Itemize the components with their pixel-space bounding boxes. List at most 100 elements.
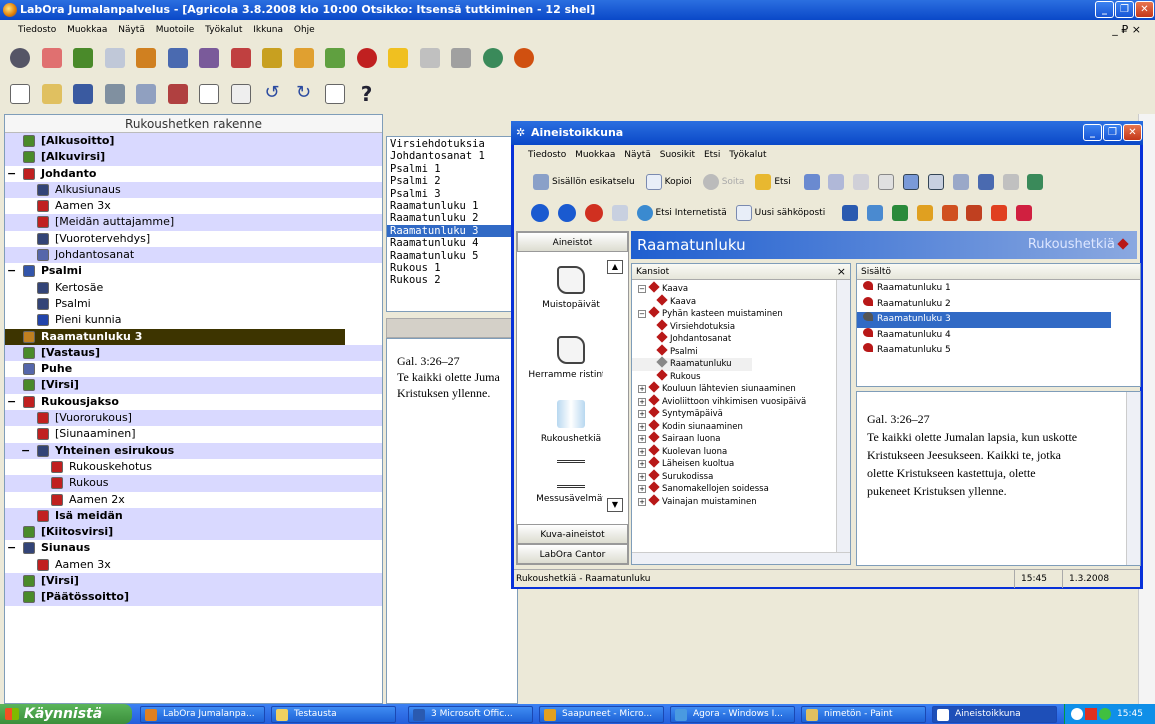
menu-nayta[interactable]: Näytä <box>118 25 145 35</box>
access-icon[interactable] <box>966 204 983 221</box>
labora-icon[interactable] <box>514 48 534 68</box>
scroll-up-icon[interactable]: ▲ <box>607 260 623 274</box>
tree-row[interactable]: [Virsi] <box>5 377 382 394</box>
popup-menu-nayta[interactable]: Näytä <box>624 150 651 160</box>
task-office[interactable]: 3 Microsoft Offic... <box>408 706 533 723</box>
forward-icon[interactable] <box>557 203 576 222</box>
nav-aineistot[interactable]: Aineistot <box>517 232 628 252</box>
mail-icon[interactable] <box>611 204 628 221</box>
nav-kuva-aineistot[interactable]: Kuva-aineistot <box>517 524 628 544</box>
zoom-icon[interactable] <box>952 173 969 190</box>
new-icon[interactable] <box>10 84 30 104</box>
clock[interactable]: 15:45 <box>1117 709 1143 719</box>
menu-muotoile[interactable]: Muotoile <box>156 25 195 35</box>
tree-row[interactable]: Rukous <box>5 475 382 492</box>
folders-hscrollbar[interactable] <box>632 552 850 564</box>
tree-row[interactable]: Aamen 3x <box>5 198 382 214</box>
folder-toggle-icon[interactable]: + <box>638 397 646 406</box>
internet-search-icon[interactable] <box>636 204 653 221</box>
folder-toggle-icon[interactable]: + <box>638 435 646 443</box>
open-icon[interactable] <box>41 84 62 104</box>
paste-icon[interactable] <box>230 84 251 104</box>
mdi-controls[interactable]: _ ₽ × <box>1112 20 1141 40</box>
folder-item[interactable]: Psalmi <box>632 343 850 359</box>
window-icon[interactable] <box>104 48 125 68</box>
tree-row[interactable]: Raamatunluku 3 <box>5 328 345 345</box>
folder-toggle-icon[interactable]: + <box>638 460 646 468</box>
tree-row[interactable]: [Vastaus] <box>5 344 382 362</box>
find-icon[interactable] <box>262 48 282 68</box>
play-button[interactable]: Soita <box>722 177 745 187</box>
new-email-button[interactable]: Uusi sähköposti <box>755 208 826 218</box>
folder-item[interactable]: Kaava <box>632 293 850 309</box>
tray-app-icon[interactable] <box>1085 708 1097 720</box>
popup-maximize-button[interactable]: ❐ <box>1103 124 1122 141</box>
tree-row[interactable]: Alkusiunaus <box>5 181 382 199</box>
folder-toggle-icon[interactable]: + <box>638 410 646 418</box>
folder-toggle-icon[interactable]: + <box>638 472 646 481</box>
book-icon[interactable] <box>853 173 870 190</box>
arrow-icon[interactable] <box>1002 173 1019 190</box>
folder-item[interactable]: Johdantosanat <box>632 331 850 346</box>
content-item[interactable]: Raamatunluku 2 <box>857 296 1140 313</box>
menu-ikkuna[interactable]: Ikkuna <box>253 25 283 35</box>
tree-row[interactable]: − Psalmi <box>5 263 382 279</box>
popup-close-button[interactable]: ✕ <box>1123 124 1142 141</box>
tree-row[interactable]: [Meidän auttajamme] <box>5 214 382 231</box>
menu-tyokalut[interactable]: Työkalut <box>205 25 242 35</box>
material-list-item[interactable]: Raamatunluku 5 <box>387 250 517 262</box>
scroll-down-icon[interactable]: ▼ <box>607 498 623 512</box>
material-list-item[interactable]: Raamatunluku 3 <box>387 224 517 238</box>
folder-toggle-icon[interactable]: + <box>638 422 646 431</box>
tree-row[interactable]: Kertosäe <box>5 280 382 296</box>
task-saapuneet[interactable]: Saapuneet - Micro... <box>539 706 664 723</box>
task-paint[interactable]: nimetön - Paint <box>801 706 926 723</box>
folder-item[interactable]: + Avioliittoon vihkimisen vuosipäivä <box>632 393 850 409</box>
material-list-item[interactable]: Psalmi 2 <box>387 175 517 187</box>
folder-toggle-icon[interactable]: + <box>638 447 646 456</box>
task-labora[interactable]: LabOra Jumalanpa... <box>140 706 265 723</box>
popup-menu-suosikit[interactable]: Suosikit <box>660 150 695 160</box>
document-icon[interactable] <box>878 173 895 190</box>
menu-muokkaa[interactable]: Muokkaa <box>67 25 107 35</box>
material-list-item[interactable]: Rukous 1 <box>387 262 517 274</box>
folder-item[interactable]: − Pyhän kasteen muistaminen <box>632 306 850 321</box>
text-scrollbar[interactable] <box>1126 392 1140 565</box>
tree-row[interactable]: [Siunaaminen] <box>5 426 382 442</box>
tree-row[interactable]: Psalmi <box>5 296 382 312</box>
folder-item[interactable]: + Vainajan muistaminen <box>632 493 850 509</box>
tree-row[interactable]: [Päätössoitto] <box>5 589 382 606</box>
start-button[interactable]: Käynnistä <box>0 704 132 724</box>
question-icon[interactable]: ? <box>357 84 377 104</box>
folder-item[interactable]: Rukous <box>632 368 850 384</box>
close-button[interactable]: ✕ <box>1135 1 1154 18</box>
folder-item[interactable]: Virsiehdotuksia <box>632 318 850 334</box>
nav-scrollbar[interactable]: ▲ ▼ <box>603 252 627 524</box>
tree-row[interactable]: [Vuorotervehdys] <box>5 231 382 247</box>
tray-network-icon[interactable] <box>1099 708 1111 720</box>
folder-toggle-icon[interactable]: + <box>638 485 646 493</box>
properties-icon[interactable] <box>325 84 345 104</box>
page-icon[interactable] <box>230 48 251 68</box>
splitter-bar[interactable] <box>386 318 518 338</box>
folder-item[interactable]: + Syntymäpäivä <box>632 406 850 421</box>
folder-toggle-icon[interactable]: − <box>638 285 646 293</box>
folder-item[interactable]: + Kodin siunaaminen <box>632 418 850 434</box>
copy-icon[interactable] <box>199 84 219 104</box>
undo-icon[interactable]: ↺ <box>262 84 282 104</box>
material-list-item[interactable]: Johdantosanat 1 <box>387 150 517 162</box>
material-list-item[interactable]: Raamatunluku 1 <box>387 200 517 212</box>
content-item[interactable]: Raamatunluku 4 <box>857 327 1140 344</box>
maximize-button[interactable]: ❐ <box>1115 1 1134 18</box>
tree-row[interactable]: [Kiitosvirsi] <box>5 524 382 541</box>
material-list-item[interactable]: Raamatunluku 2 <box>387 212 517 224</box>
tools-icon[interactable] <box>293 48 314 68</box>
material-window-title-bar[interactable]: ✲ Aineistoikkuna _ ❐ ✕ <box>511 121 1143 145</box>
folder-toggle-icon[interactable]: + <box>638 497 646 506</box>
material-list-item[interactable]: Rukous 2 <box>387 274 517 286</box>
popup-minimize-button[interactable]: _ <box>1083 124 1102 141</box>
material-list-item[interactable]: Psalmi 3 <box>387 188 517 200</box>
tree-row[interactable]: Isä meidän <box>5 507 382 525</box>
publisher-icon[interactable] <box>866 204 883 221</box>
folder-item[interactable]: + Kuolevan luona <box>632 443 850 459</box>
